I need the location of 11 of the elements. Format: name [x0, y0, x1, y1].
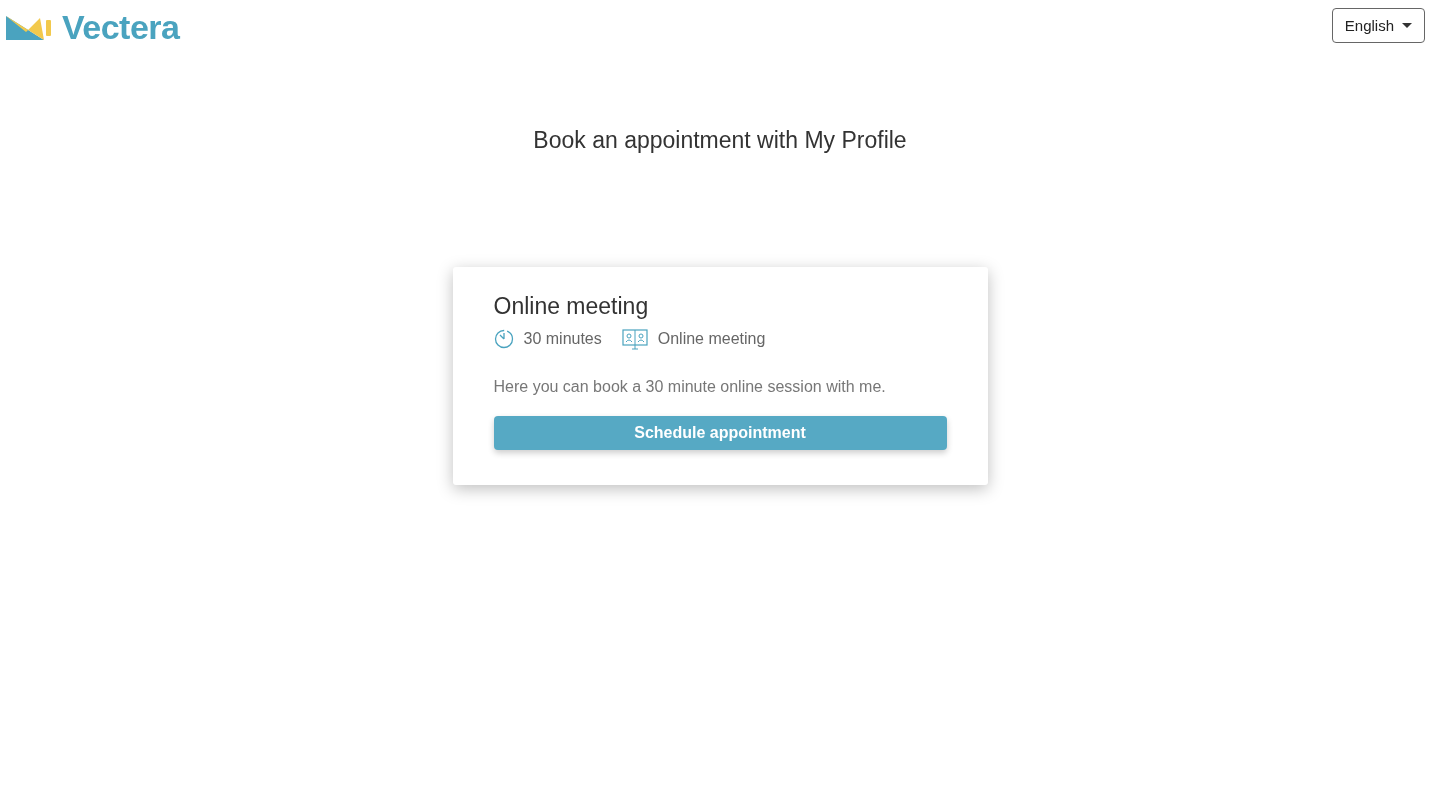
- card-title: Online meeting: [493, 293, 650, 320]
- duration-text: 30 minutes: [523, 330, 602, 348]
- logo-icon: [6, 13, 52, 42]
- clock-icon: [493, 329, 514, 349]
- caret-icon: [1402, 23, 1412, 28]
- description-text: Here you can book a 30 minute online session with me.: [493, 378, 887, 396]
- page-heading: Book an appointment with My Profile: [533, 127, 907, 154]
- location-text: Online meeting: [657, 330, 766, 348]
- video-call-icon: [621, 328, 648, 350]
- logo-text: Vectera: [62, 8, 180, 47]
- language-dropdown[interactable]: English: [1331, 8, 1425, 43]
